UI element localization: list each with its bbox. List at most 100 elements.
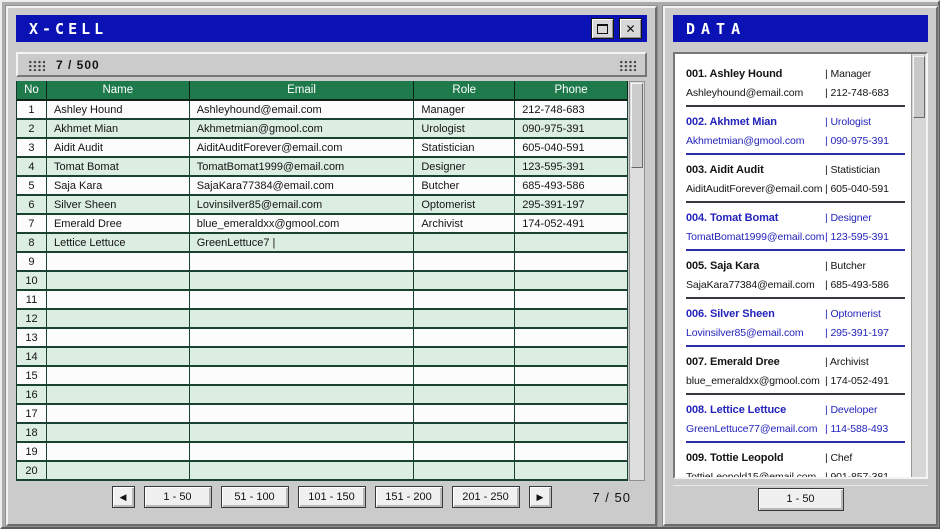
cell-name-row18[interactable] (47, 424, 190, 441)
cell-email-row16[interactable] (190, 386, 415, 403)
table-scrollbar[interactable] (629, 81, 645, 481)
data-entry-006[interactable]: 006. Silver Sheen| OptomeristLovinsilver… (686, 299, 905, 347)
cell-name-row3[interactable]: Aidit Audit (47, 139, 190, 156)
cell-no-row10[interactable]: 10 (17, 272, 47, 289)
prev-page-button[interactable]: ◀ (112, 486, 135, 508)
data-entry-005[interactable]: 005. Saja Kara| ButcherSajaKara77384@ema… (686, 251, 905, 299)
grid-handle-icon-left[interactable] (27, 59, 45, 71)
cell-no-row2[interactable]: 2 (17, 120, 47, 137)
cell-phone-row17[interactable] (515, 405, 628, 422)
cell-name-row16[interactable] (47, 386, 190, 403)
cell-name-row9[interactable] (47, 253, 190, 270)
cell-email-row17[interactable] (190, 405, 415, 422)
cell-email-row15[interactable] (190, 367, 415, 384)
cell-name-row12[interactable] (47, 310, 190, 327)
cell-role-row12[interactable] (414, 310, 515, 327)
cell-no-row3[interactable]: 3 (17, 139, 47, 156)
cell-no-row17[interactable]: 17 (17, 405, 47, 422)
cell-name-row14[interactable] (47, 348, 190, 365)
close-button[interactable]: ✕ (619, 18, 642, 39)
cell-role-row5[interactable]: Butcher (414, 177, 515, 194)
cell-email-row3[interactable]: AiditAuditForever@email.com (190, 139, 415, 156)
cell-phone-row16[interactable] (515, 386, 628, 403)
cell-phone-row3[interactable]: 605-040-591 (515, 139, 628, 156)
list-scrollbar[interactable] (911, 54, 926, 477)
data-entry-003[interactable]: 003. Aidit Audit| StatisticianAiditAudit… (686, 155, 905, 203)
cell-role-row15[interactable] (414, 367, 515, 384)
xcell-titlebar[interactable]: X-CELL ✕ (16, 15, 647, 42)
cell-phone-row18[interactable] (515, 424, 628, 441)
cell-no-row20[interactable]: 20 (17, 462, 47, 479)
page-button-101-150[interactable]: 101 - 150 (298, 486, 366, 508)
cell-role-row1[interactable]: Manager (414, 101, 515, 118)
cell-name-row17[interactable] (47, 405, 190, 422)
cell-name-row7[interactable]: Emerald Dree (47, 215, 190, 232)
cell-role-row3[interactable]: Statistician (414, 139, 515, 156)
cell-role-row2[interactable]: Urologist (414, 120, 515, 137)
cell-no-row6[interactable]: 6 (17, 196, 47, 213)
cell-role-row6[interactable]: Optomerist (414, 196, 515, 213)
cell-email-row14[interactable] (190, 348, 415, 365)
maximize-button[interactable] (591, 18, 614, 39)
cell-no-row7[interactable]: 7 (17, 215, 47, 232)
cell-role-row10[interactable] (414, 272, 515, 289)
cell-email-row5[interactable]: SajaKara77384@email.com (190, 177, 415, 194)
cell-name-row19[interactable] (47, 443, 190, 460)
cell-phone-row7[interactable]: 174-052-491 (515, 215, 628, 232)
cell-role-row17[interactable] (414, 405, 515, 422)
cell-email-row20[interactable] (190, 462, 415, 479)
data-entry-009[interactable]: 009. Tottie Leopold| ChefTottieLeopold15… (686, 443, 905, 477)
cell-no-row4[interactable]: 4 (17, 158, 47, 175)
cell-name-row4[interactable]: Tomat Bomat (47, 158, 190, 175)
cell-no-row5[interactable]: 5 (17, 177, 47, 194)
cell-no-row14[interactable]: 14 (17, 348, 47, 365)
cell-email-row10[interactable] (190, 272, 415, 289)
cell-name-row1[interactable]: Ashley Hound (47, 101, 190, 118)
page-button-51-100[interactable]: 51 - 100 (221, 486, 289, 508)
data-titlebar[interactable]: DATA (673, 15, 928, 42)
data-entry-001[interactable]: 001. Ashley Hound| ManagerAshleyhound@em… (686, 59, 905, 107)
cell-role-row11[interactable] (414, 291, 515, 308)
cell-name-row2[interactable]: Akhmet Mian (47, 120, 190, 137)
table-scrollbar-thumb[interactable] (631, 83, 643, 168)
cell-email-row19[interactable] (190, 443, 415, 460)
cell-no-row9[interactable]: 9 (17, 253, 47, 270)
data-entry-008[interactable]: 008. Lettice Lettuce| DeveloperGreenLett… (686, 395, 905, 443)
cell-role-row14[interactable] (414, 348, 515, 365)
cell-email-row18[interactable] (190, 424, 415, 441)
cell-no-row16[interactable]: 16 (17, 386, 47, 403)
cell-name-row13[interactable] (47, 329, 190, 346)
cell-no-row12[interactable]: 12 (17, 310, 47, 327)
cell-email-row11[interactable] (190, 291, 415, 308)
cell-phone-row5[interactable]: 685-493-586 (515, 177, 628, 194)
cell-no-row18[interactable]: 18 (17, 424, 47, 441)
data-entry-007[interactable]: 007. Emerald Dree| Archivistblue_emerald… (686, 347, 905, 395)
next-page-button[interactable]: ▶ (529, 486, 552, 508)
cell-no-row13[interactable]: 13 (17, 329, 47, 346)
column-header-role[interactable]: Role (414, 81, 515, 99)
cell-phone-row10[interactable] (515, 272, 628, 289)
cell-phone-row8[interactable] (515, 234, 628, 251)
cell-name-row5[interactable]: Saja Kara (47, 177, 190, 194)
cell-email-row2[interactable]: Akhmetmian@gmool.com (190, 120, 415, 137)
cell-name-row8[interactable]: Lettice Lettuce (47, 234, 190, 251)
page-button-151-200[interactable]: 151 - 200 (375, 486, 443, 508)
cell-email-row6[interactable]: Lovinsilver85@email.com (190, 196, 415, 213)
cell-phone-row20[interactable] (515, 462, 628, 479)
cell-role-row8[interactable] (414, 234, 515, 251)
cell-phone-row6[interactable]: 295-391-197 (515, 196, 628, 213)
grid-handle-icon-right[interactable] (618, 59, 636, 71)
column-header-phone[interactable]: Phone (515, 81, 628, 99)
cell-role-row7[interactable]: Archivist (414, 215, 515, 232)
page-button-201-250[interactable]: 201 - 250 (452, 486, 520, 508)
cell-role-row13[interactable] (414, 329, 515, 346)
list-scrollbar-thumb[interactable] (913, 56, 925, 118)
cell-phone-row9[interactable] (515, 253, 628, 270)
cell-name-row10[interactable] (47, 272, 190, 289)
cell-role-row4[interactable]: Designer (414, 158, 515, 175)
page-button-1-50[interactable]: 1 - 50 (144, 486, 212, 508)
cell-name-row6[interactable]: Silver Sheen (47, 196, 190, 213)
cell-role-row9[interactable] (414, 253, 515, 270)
data-entry-004[interactable]: 004. Tomat Bomat| DesignerTomatBomat1999… (686, 203, 905, 251)
cell-email-row9[interactable] (190, 253, 415, 270)
